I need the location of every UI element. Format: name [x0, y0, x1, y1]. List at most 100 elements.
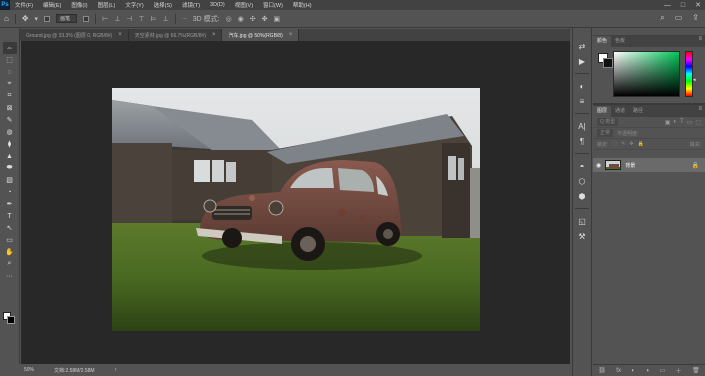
menu-file[interactable]: 文件(F): [10, 1, 38, 9]
artboard-tool-icon[interactable]: ⬚: [3, 54, 17, 66]
hand-tool-icon[interactable]: ⌕: [3, 258, 17, 270]
color-swatch-icon[interactable]: ◓: [575, 160, 589, 172]
blend-mode-select[interactable]: 正常: [597, 129, 614, 137]
group-icon[interactable]: ▭: [660, 367, 666, 374]
background-color-swatch[interactable]: [603, 58, 613, 68]
tools-icon[interactable]: ⚒: [575, 230, 589, 242]
close-window-button[interactable]: ✕: [695, 1, 701, 9]
auto-select-dropdown[interactable]: 画笔: [56, 14, 78, 23]
collapse-icon[interactable]: ⇄: [575, 40, 589, 52]
tab-swatches[interactable]: 色板: [611, 36, 629, 47]
marquee-tool-icon[interactable]: ◌: [3, 66, 17, 78]
delete-icon[interactable]: 🗑: [692, 367, 700, 374]
paragraph-icon[interactable]: ¶: [575, 135, 589, 147]
move-tool-icon[interactable]: ✥: [22, 14, 29, 23]
roll-3d-icon[interactable]: ◉: [238, 15, 244, 23]
menu-view[interactable]: 视图(V): [230, 1, 258, 9]
status-arrow-icon[interactable]: ›: [115, 367, 117, 373]
lock-paint-icon[interactable]: ✎: [621, 141, 625, 147]
close-icon[interactable]: ×: [212, 32, 216, 38]
menu-help[interactable]: 帮助(H): [288, 1, 317, 9]
libraries-icon[interactable]: ◱: [575, 215, 589, 227]
navigator-icon[interactable]: ⬡: [575, 175, 589, 187]
stamp-tool-icon[interactable]: ▲: [3, 150, 17, 162]
type-filter-icon[interactable]: T: [680, 119, 684, 126]
align-center-icon[interactable]: ⊥: [114, 15, 120, 23]
menu-image[interactable]: 图像(I): [66, 1, 92, 9]
tab-paths[interactable]: 路径: [629, 106, 647, 117]
maximize-button[interactable]: □: [681, 2, 685, 9]
frame-tool-icon[interactable]: ⊠: [3, 102, 17, 114]
menu-edit[interactable]: 编辑(E): [38, 1, 66, 9]
smart-filter-icon[interactable]: ⬚: [695, 119, 701, 126]
zoom-level[interactable]: 50%: [24, 367, 34, 373]
eyedropper-tool-icon[interactable]: ✎: [3, 114, 17, 126]
zoom-tool-icon[interactable]: ···: [3, 270, 17, 282]
scale-3d-icon[interactable]: ▣: [274, 15, 281, 23]
menu-window[interactable]: 窗口(W): [258, 1, 288, 9]
lock-pixels-icon[interactable]: ⬚: [612, 141, 617, 147]
properties-icon[interactable]: ⬢: [575, 190, 589, 202]
adjust-filter-icon[interactable]: ◐: [673, 119, 677, 126]
more-options-icon[interactable]: ···: [182, 16, 187, 22]
tab-sky-material[interactable]: 天空素材.jpg @ 66.7%(RGB/8#) ×: [128, 29, 223, 41]
play-icon[interactable]: ▶: [575, 55, 589, 67]
slide-3d-icon[interactable]: ✤: [262, 15, 268, 23]
shape-filter-icon[interactable]: ▭: [687, 119, 693, 126]
healing-tool-icon[interactable]: ◍: [3, 126, 17, 138]
layer-kind-filter[interactable]: Q 类型: [597, 118, 619, 126]
background-color-swatch[interactable]: [7, 316, 15, 324]
hue-slider[interactable]: [685, 51, 693, 97]
link-icon[interactable]: ⛓: [598, 367, 606, 374]
adjustment-icon[interactable]: ◑: [645, 368, 649, 374]
minimize-button[interactable]: —: [664, 2, 671, 9]
align-right-icon[interactable]: ⊣: [126, 15, 132, 23]
menu-type[interactable]: 文字(Y): [120, 1, 148, 9]
search-icon[interactable]: ⌕: [660, 13, 664, 23]
menu-layer[interactable]: 图层(L): [93, 1, 121, 9]
menu-select[interactable]: 选择(S): [149, 1, 177, 9]
tab-color[interactable]: 颜色: [593, 36, 612, 47]
chevron-down-icon[interactable]: ▾: [35, 15, 39, 23]
menu-3d[interactable]: 3D(D): [205, 2, 230, 8]
shape-tool-icon[interactable]: ✋: [3, 246, 17, 258]
mask-icon[interactable]: ◐: [631, 368, 635, 374]
lasso-tool-icon[interactable]: ⌖: [3, 78, 17, 90]
pixel-filter-icon[interactable]: ▣: [665, 119, 671, 126]
pan-3d-icon[interactable]: ✣: [250, 15, 256, 23]
color-field[interactable]: [613, 51, 680, 97]
layer-item-background[interactable]: ◉ 背景 🔒: [593, 158, 705, 172]
adjust-icon[interactable]: ◐: [575, 80, 589, 92]
lock-move-icon[interactable]: ✥: [629, 141, 633, 147]
align-top-icon[interactable]: ⊤: [138, 15, 144, 23]
brush-tool-icon[interactable]: ⧫: [3, 138, 17, 150]
workspace-icon[interactable]: ▭: [675, 13, 683, 23]
document-image[interactable]: [112, 88, 480, 331]
history-tool-icon[interactable]: ⬬: [3, 162, 17, 174]
align-bottom-icon[interactable]: ⊥: [163, 15, 169, 23]
tab-ground[interactable]: Ground.jpg @ 33.3% (图层 0, RGB/8#) ×: [20, 29, 129, 41]
hue-marker-icon[interactable]: ◂: [693, 77, 696, 83]
tab-layers[interactable]: 图层: [593, 106, 612, 117]
menu-filter[interactable]: 滤镜(T): [177, 1, 205, 9]
transform-controls-checkbox[interactable]: [83, 15, 90, 22]
canvas-area[interactable]: [21, 41, 570, 364]
share-icon[interactable]: ⇪: [692, 13, 699, 23]
move-tool-icon[interactable]: ⇔: [2, 42, 17, 54]
orbit-3d-icon[interactable]: ◎: [226, 15, 232, 23]
history-icon[interactable]: ≡: [575, 95, 589, 107]
type-tool-icon[interactable]: ↖: [3, 222, 17, 234]
align-middle-icon[interactable]: ⊨: [151, 15, 157, 23]
fx-icon[interactable]: fx: [616, 368, 621, 374]
dodge-tool-icon[interactable]: ✒: [3, 198, 17, 210]
new-layer-icon[interactable]: ＋: [676, 366, 682, 375]
lock-all-icon[interactable]: 🔒: [638, 141, 644, 147]
panel-menu-icon[interactable]: ≡: [698, 106, 702, 112]
auto-select-checkbox[interactable]: [44, 15, 51, 22]
path-select-tool-icon[interactable]: ▭: [3, 234, 17, 246]
character-icon[interactable]: A|: [575, 120, 589, 132]
tab-channels[interactable]: 通道: [611, 106, 629, 117]
visibility-eye-icon[interactable]: ◉: [596, 162, 601, 169]
crop-tool-icon[interactable]: ⌗: [3, 90, 17, 102]
home-icon[interactable]: ⌂: [4, 14, 9, 23]
